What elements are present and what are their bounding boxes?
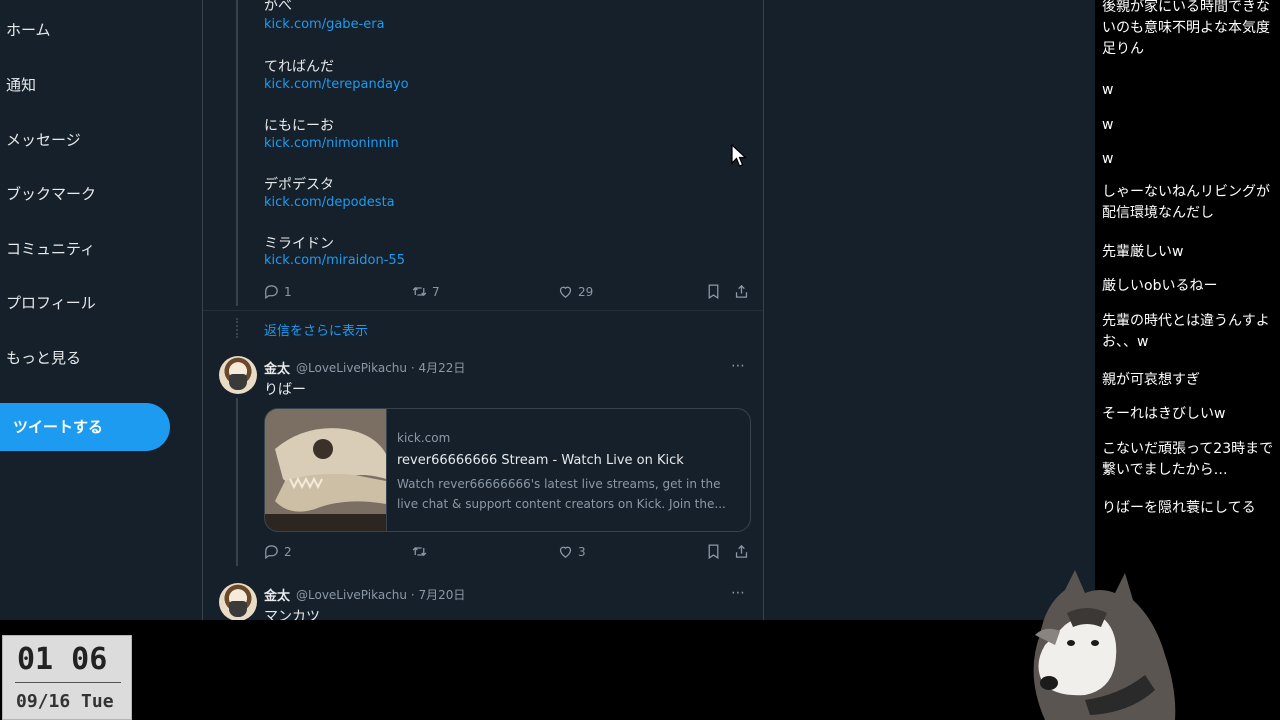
reply-button[interactable]: 1 <box>263 283 292 300</box>
thread-actions: 1 7 29 <box>263 283 753 303</box>
reply-icon <box>265 285 278 300</box>
divider <box>15 682 121 683</box>
reply-icon <box>265 545 278 560</box>
card-title: rever66666666 Stream - Watch Live on Kic… <box>397 453 684 468</box>
retweet-button[interactable] <box>411 543 432 560</box>
husky-dog-image <box>1033 570 1176 720</box>
more-options-icon[interactable]: ⋯ <box>731 585 746 601</box>
card-image <box>265 409 387 531</box>
chat-message: 先輩の時代とは違うんすよお、、w <box>1102 313 1270 350</box>
entry-name: ミライドン <box>264 236 334 252</box>
chat-message: りばーを隠れ蓑にしてる <box>1102 500 1256 516</box>
bookmark-button[interactable] <box>705 543 722 560</box>
like-count: 29 <box>578 284 594 299</box>
card-description: Watch rever66666666's latest live stream… <box>397 477 726 511</box>
tweet-author-name[interactable]: 金太 <box>264 585 290 604</box>
entry-link[interactable]: kick.com/depodesta <box>264 195 395 210</box>
share-button[interactable] <box>733 283 750 300</box>
thread-line-dotted <box>236 318 238 338</box>
tweet-actions: 2 3 <box>263 543 753 563</box>
heart-icon <box>559 546 572 558</box>
chat-message: しゃーないねんリビングが配信環境なんだし <box>1102 184 1270 221</box>
bookmark-button[interactable] <box>705 283 722 300</box>
like-button[interactable]: 29 <box>557 283 593 300</box>
chat-message: そーれはきびしいw <box>1102 406 1226 422</box>
tweet-text: りばー <box>264 382 306 398</box>
tweet-button[interactable]: ツイートする <box>0 403 170 451</box>
entry-link[interactable]: kick.com/miraidon-55 <box>264 253 405 268</box>
divider <box>203 310 763 311</box>
sidebar-item-notifications[interactable]: 通知 <box>6 74 36 95</box>
retweet-icon <box>412 287 427 296</box>
sidebar: ホーム 通知 メッセージ ブックマーク コミュニティ プロフィール もっと見る … <box>0 0 202 620</box>
share-icon <box>735 284 748 298</box>
chat-message: w <box>1102 82 1114 98</box>
chat-message: 親が可哀想すぎ <box>1102 372 1200 388</box>
sidebar-item-messages[interactable]: メッセージ <box>6 129 81 150</box>
entry-link[interactable]: kick.com/nimoninnin <box>264 136 399 151</box>
thread-line <box>236 0 238 306</box>
tweet-text: マンカツ <box>264 609 320 620</box>
link-card[interactable]: kick.com rever66666666 Stream - Watch Li… <box>264 408 751 532</box>
chat-message: こないだ頑張って23時まで繋いでましたから… <box>1102 441 1274 478</box>
bookmark-icon <box>708 284 719 300</box>
sidebar-item-bookmarks[interactable]: ブックマーク <box>6 183 96 204</box>
entry-name: デポデスタ <box>264 177 334 193</box>
entry-link[interactable]: kick.com/terepandayo <box>264 77 409 92</box>
share-icon <box>735 544 748 558</box>
twitter-app: ホーム 通知 メッセージ ブックマーク コミュニティ プロフィール もっと見る … <box>0 0 1095 620</box>
like-button[interactable]: 3 <box>557 543 586 560</box>
thread-line <box>236 398 238 566</box>
tweet-author-name[interactable]: 金太 <box>264 358 290 377</box>
share-button[interactable] <box>733 543 750 560</box>
retweet-icon <box>412 547 427 556</box>
sidebar-item-home[interactable]: ホーム <box>6 19 51 40</box>
chat-message: w <box>1102 117 1114 133</box>
tweet-handle-date[interactable]: @LoveLivePikachu · 7月20日 <box>296 586 465 603</box>
mouse-cursor-icon <box>731 143 748 167</box>
chat-message: w <box>1102 151 1114 167</box>
entry-name: にもにーお <box>264 118 334 134</box>
bookmark-icon <box>708 544 719 560</box>
entry-name: がべ <box>264 0 292 14</box>
card-domain: kick.com <box>397 431 451 445</box>
entry-link[interactable]: kick.com/gabe-era <box>264 17 385 32</box>
like-count: 3 <box>578 544 586 559</box>
clock-date: 09/16 Tue <box>16 691 114 712</box>
reply-count: 1 <box>284 284 292 299</box>
avatar[interactable] <box>219 583 257 620</box>
chat-message: 厳しいobいるねー <box>1102 278 1218 294</box>
chat-message: 先輩厳しいw <box>1102 244 1184 260</box>
tweet-handle-date[interactable]: @LoveLivePikachu · 4月22日 <box>296 359 465 376</box>
more-options-icon[interactable]: ⋯ <box>731 358 746 374</box>
chat-message: 後親が家にいる時間できないのも意味不明よな本気度足りん <box>1102 0 1270 57</box>
reply-count: 2 <box>284 544 292 559</box>
clock-widget: 01 06 09/16 Tue <box>2 635 132 720</box>
chat-panel: 後親が家にいる時間できないのも意味不明よな本気度足りん w w w しゃーないね… <box>1095 0 1280 560</box>
retweet-button[interactable]: 7 <box>411 283 440 300</box>
sidebar-item-communities[interactable]: コミュニティ <box>6 238 95 259</box>
entry-name: てればんだ <box>264 59 334 75</box>
show-more-replies-link[interactable]: 返信をさらに表示 <box>264 320 368 339</box>
reply-button[interactable]: 2 <box>263 543 292 560</box>
sidebar-item-more[interactable]: もっと見る <box>6 347 81 368</box>
clock-time: 01 06 <box>17 642 108 677</box>
avatar[interactable] <box>219 356 257 394</box>
heart-icon <box>559 286 572 298</box>
sidebar-item-profile[interactable]: プロフィール <box>6 292 96 313</box>
retweet-count: 7 <box>432 284 440 299</box>
timeline: がべ kick.com/gabe-era てればんだ kick.com/tere… <box>202 0 764 620</box>
